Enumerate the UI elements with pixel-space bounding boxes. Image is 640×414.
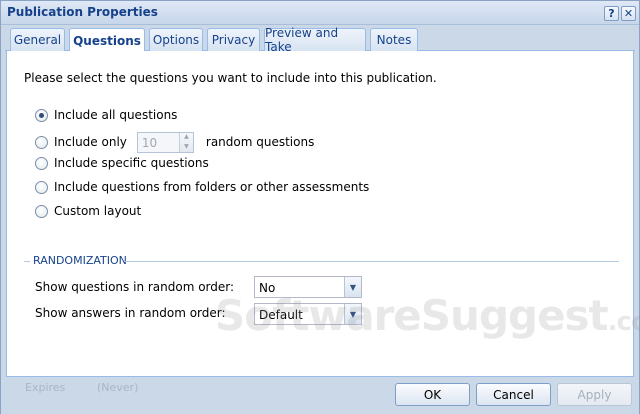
dialog-titlebar[interactable]: Publication Properties ? ✕ xyxy=(1,1,639,25)
tab-label: Questions xyxy=(73,33,141,48)
close-icon[interactable]: ✕ xyxy=(621,6,636,21)
ok-button[interactable]: OK xyxy=(395,383,470,406)
tab-label: Options xyxy=(152,33,200,47)
radio-button[interactable] xyxy=(35,135,48,149)
radio-custom-layout[interactable]: Custom layout xyxy=(35,203,141,219)
tab-label: Notes xyxy=(376,33,412,47)
publication-properties-dialog: Publication Properties ? ✕ General Quest… xyxy=(0,0,640,414)
help-icon[interactable]: ? xyxy=(604,6,619,21)
radio-button[interactable] xyxy=(35,108,48,122)
radio-button[interactable] xyxy=(35,204,48,218)
tab-label: Privacy xyxy=(211,33,256,47)
fieldset-divider xyxy=(24,261,30,262)
tab-notes[interactable]: Notes xyxy=(370,28,418,51)
tab-label: Preview and Take xyxy=(265,26,339,54)
radio-include-only[interactable]: Include only 10 ▲ ▼ random questions xyxy=(35,131,314,153)
radio-label: Include specific questions xyxy=(54,156,209,170)
tab-preview-and-take[interactable]: Preview and Take xyxy=(264,26,366,54)
radio-include-all[interactable]: Include all questions xyxy=(35,107,177,123)
radio-include-specific[interactable]: Include specific questions xyxy=(35,155,209,171)
radio-include-folders[interactable]: Include questions from folders or other … xyxy=(35,179,369,195)
random-count-value: 10 xyxy=(141,135,158,150)
random-questions-order-label: Show questions in random order: xyxy=(35,280,235,294)
dialog-footer: Expires (Never) OK Cancel Apply xyxy=(1,378,639,414)
watermark-suffix: .com xyxy=(607,307,640,337)
tab-strip: General Questions Options Privacy Previe… xyxy=(5,26,635,54)
tab-general[interactable]: General xyxy=(10,28,65,51)
tab-questions[interactable]: Questions xyxy=(69,28,145,52)
radio-label: Include only xyxy=(54,135,127,149)
stepper-down-icon[interactable]: ▼ xyxy=(180,142,193,152)
radio-button[interactable] xyxy=(35,180,48,194)
radio-label: Custom layout xyxy=(54,204,142,218)
watermark-logo: SoftwareSuggest.com xyxy=(215,291,640,340)
fieldset-divider xyxy=(125,261,619,262)
tab-label: General xyxy=(13,33,62,47)
radio-button[interactable] xyxy=(35,156,48,170)
randomization-legend: RANDOMIZATION xyxy=(33,254,127,267)
radio-label: Include all questions xyxy=(54,108,178,122)
tab-options[interactable]: Options xyxy=(149,28,203,51)
stepper-up-icon[interactable]: ▲ xyxy=(180,133,193,143)
questions-intro-text: Please select the questions you want to … xyxy=(24,71,437,85)
apply-button[interactable]: Apply xyxy=(557,383,632,406)
expires-label: Expires xyxy=(25,381,66,394)
radio-label: Include questions from folders or other … xyxy=(54,180,370,194)
random-questions-label: random questions xyxy=(205,135,315,149)
dialog-title: Publication Properties xyxy=(7,5,158,19)
cancel-button[interactable]: Cancel xyxy=(476,383,551,406)
random-count-stepper[interactable]: 10 ▲ ▼ xyxy=(136,131,194,153)
random-answers-order-label: Show answers in random order: xyxy=(35,306,226,320)
watermark-brand: SoftwareSuggest xyxy=(215,291,609,340)
expires-value: (Never) xyxy=(97,381,139,394)
tab-privacy[interactable]: Privacy xyxy=(207,28,260,51)
stepper-buttons: ▲ ▼ xyxy=(178,132,193,152)
